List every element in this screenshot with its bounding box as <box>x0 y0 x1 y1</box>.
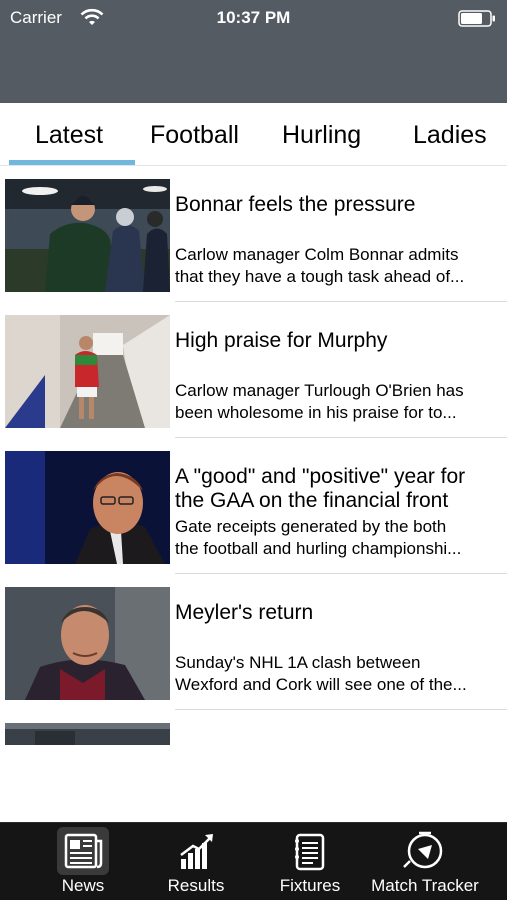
status-bar: Carrier 10:37 PM <box>0 0 507 36</box>
news-item-partial[interactable] <box>0 710 507 746</box>
news-thumbnail <box>5 451 170 564</box>
status-time: 10:37 PM <box>216 8 291 27</box>
tabbar-results[interactable]: Results <box>146 823 246 900</box>
tab-hurling[interactable]: Hurling <box>282 121 361 150</box>
news-thumbnail <box>5 587 170 700</box>
news-list[interactable]: Bonnar feels the pressure Carlow manager… <box>0 166 507 746</box>
tab-football[interactable]: Football <box>150 121 239 150</box>
news-summary: Carlow manager Turlough O'Brien has been… <box>175 381 464 422</box>
battery-icon <box>458 10 495 27</box>
tab-latest[interactable]: Latest <box>35 121 103 150</box>
tabbar-match-tracker[interactable]: Match Tracker <box>366 823 484 900</box>
news-title: A "good" and "positive" year for the GAA… <box>175 465 466 512</box>
whistle-icon <box>403 831 443 869</box>
news-item[interactable]: Bonnar feels the pressure Carlow manager… <box>0 166 507 302</box>
news-summary: Sunday's NHL 1A clash between Wexford an… <box>175 653 467 694</box>
notepad-icon <box>295 833 325 871</box>
news-thumbnail <box>5 179 170 292</box>
news-thumbnail <box>5 315 170 428</box>
news-summary: Gate receipts generated by the both the … <box>175 517 462 558</box>
news-title: Meyler's return <box>175 601 314 624</box>
tabbar-news-label: News <box>61 876 105 895</box>
bar-chart-icon <box>180 834 213 869</box>
news-thumbnail <box>5 723 170 745</box>
news-item[interactable]: A "good" and "positive" year for the GAA… <box>0 438 507 574</box>
tabbar-news[interactable]: News <box>33 823 133 900</box>
tabbar-fixtures-label: Fixtures <box>279 876 341 895</box>
news-item[interactable]: Meyler's return Sunday's NHL 1A clash be… <box>0 574 507 710</box>
newspaper-icon <box>64 833 103 869</box>
news-title: High praise for Murphy <box>175 329 388 352</box>
news-title: Bonnar feels the pressure <box>175 193 416 216</box>
tabbar-match-tracker-label: Match Tracker <box>371 876 479 895</box>
category-tabs: Latest Football Hurling Ladies <box>0 103 507 167</box>
tabbar-results-label: Results <box>167 876 225 895</box>
news-item[interactable]: High praise for Murphy Carlow manager Tu… <box>0 302 507 438</box>
tab-ladies[interactable]: Ladies <box>413 121 487 150</box>
app-header: Carrier 10:37 PM <box>0 0 507 103</box>
tabbar-fixtures[interactable]: Fixtures <box>260 823 360 900</box>
bottom-tab-bar: News Results Fixtures Match Tracker <box>0 822 507 900</box>
news-summary: Carlow manager Colm Bonnar admits that t… <box>175 245 465 286</box>
